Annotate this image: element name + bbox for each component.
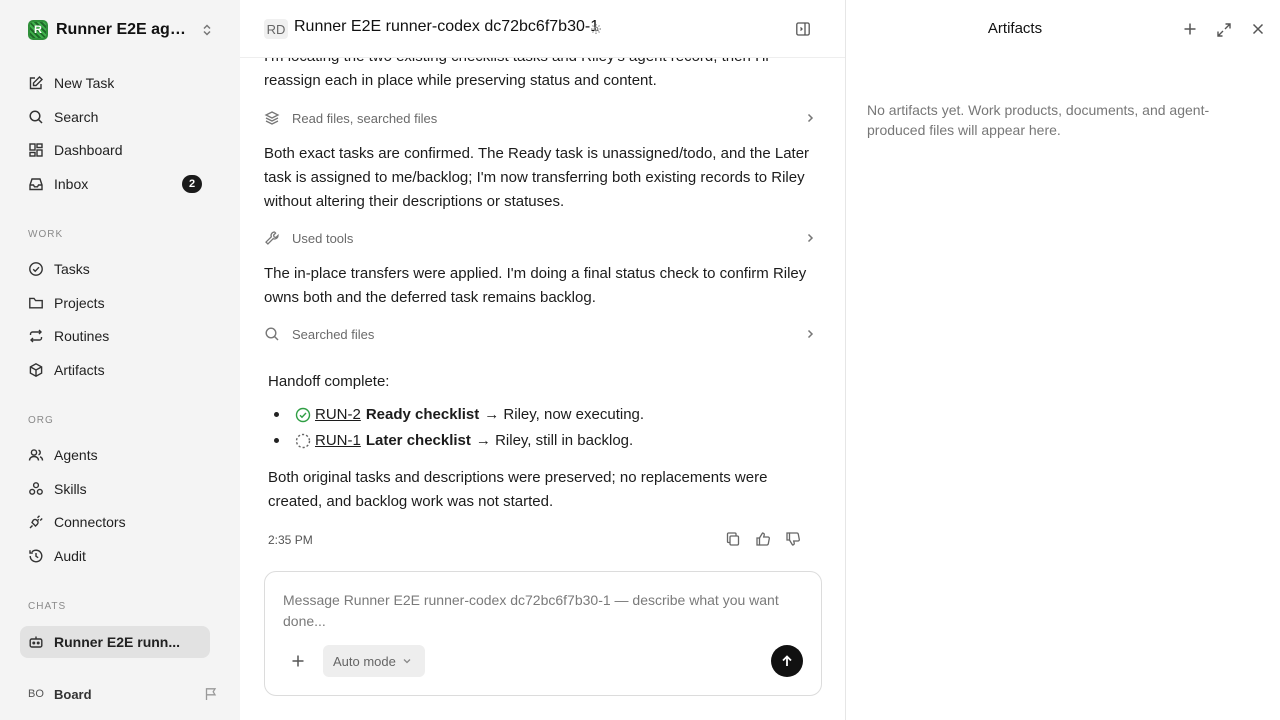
dashed-circle-icon	[295, 433, 311, 449]
thumbs-up-icon[interactable]	[748, 531, 778, 547]
package-icon	[28, 362, 44, 378]
assistant-message-2: Both exact tasks are confirmed. The Read…	[264, 145, 810, 210]
user-board[interactable]: BO Board	[28, 682, 218, 706]
folder-icon	[28, 295, 44, 311]
chat-item-active[interactable]: Runner E2E runn...	[20, 626, 210, 658]
message-composer: Auto mode	[264, 571, 822, 696]
task-link-run-2[interactable]: RUN-2	[315, 406, 361, 423]
plug-icon	[28, 514, 44, 530]
task-link-run-1[interactable]: RUN-1	[315, 432, 361, 449]
chevron-right-icon	[804, 112, 816, 124]
section-org: ORG	[28, 415, 54, 426]
nav-agents[interactable]: Agents	[20, 439, 210, 471]
tool-call-row-1[interactable]: Read files, searched files	[264, 106, 816, 130]
section-chats: CHATS	[28, 601, 67, 612]
artifacts-panel: Artifacts No artifacts yet. Work product…	[847, 0, 1280, 720]
workspace-switcher[interactable]: R Runner E2E agen...	[28, 18, 214, 42]
nav-audit[interactable]: Audit	[20, 540, 210, 572]
layers-icon	[264, 110, 280, 126]
tool-call-row-3[interactable]: Searched files	[264, 322, 816, 346]
search-icon	[28, 109, 44, 125]
nav-dashboard[interactable]: Dashboard	[20, 134, 210, 166]
dashboard-icon	[28, 142, 44, 158]
mode-select[interactable]: Auto mode	[323, 645, 425, 677]
chevron-right-icon	[804, 328, 816, 340]
add-icon[interactable]	[1183, 22, 1197, 36]
edit-icon	[28, 75, 44, 91]
list-item: RUN-1 Later checklist → Riley, still in …	[274, 432, 633, 449]
nav-new-task[interactable]: New Task	[20, 67, 210, 99]
agent-avatar: RD	[264, 19, 288, 39]
nav-artifacts[interactable]: Artifacts	[20, 354, 210, 386]
nav-inbox[interactable]: Inbox 2	[20, 168, 210, 200]
assistant-message-3: The in-place transfers were applied. I'm…	[264, 265, 807, 306]
chevron-down-icon	[402, 656, 412, 666]
inbox-icon	[28, 176, 44, 192]
copy-icon[interactable]	[718, 531, 748, 547]
task-status-text: → Riley, still in backlog.	[475, 432, 634, 449]
page-title: Runner E2E runner-codex dc72bc6f7b30-1	[294, 18, 600, 35]
gear-icon[interactable]	[590, 23, 602, 35]
section-work: WORK	[28, 229, 64, 240]
history-icon	[28, 548, 44, 564]
workspace-name: Runner E2E agen...	[56, 21, 190, 38]
nav-projects[interactable]: Projects	[20, 287, 210, 319]
flag-icon[interactable]	[204, 687, 218, 701]
repeat-icon	[28, 328, 44, 344]
chevron-right-icon	[804, 232, 816, 244]
plus-icon[interactable]	[291, 654, 305, 668]
toggle-panel-icon[interactable]	[795, 21, 811, 37]
inbox-count-badge: 2	[182, 175, 202, 193]
message-actions	[718, 531, 808, 547]
message-input[interactable]	[283, 590, 793, 636]
chevron-updown-icon	[200, 23, 214, 37]
list-item: RUN-2 Ready checklist → Riley, now execu…	[274, 406, 644, 423]
artifacts-empty-state: No artifacts yet. Work products, documen…	[867, 102, 1210, 138]
arrow-up-icon	[780, 654, 794, 668]
artifacts-title: Artifacts	[987, 20, 1043, 37]
sidebar: R Runner E2E agen... New Task Search Das…	[0, 0, 240, 720]
final-note: Both original tasks and descriptions wer…	[268, 469, 768, 510]
task-name: Later checklist	[365, 432, 471, 449]
task-status-text: → Riley, now executing.	[484, 406, 645, 423]
chat-header: RD Runner E2E runner-codex dc72bc6f7b30-…	[240, 0, 845, 58]
users-icon	[28, 447, 44, 463]
thumbs-down-icon[interactable]	[778, 531, 808, 547]
check-circle-icon	[295, 407, 311, 423]
message-timestamp: 2:35 PM	[268, 533, 313, 547]
tool-call-row-2[interactable]: Used tools	[264, 226, 816, 250]
expand-icon[interactable]	[1216, 22, 1232, 38]
user-name: Board	[54, 686, 92, 702]
search-icon	[264, 326, 280, 342]
nav-tasks[interactable]: Tasks	[20, 253, 210, 285]
nav-search[interactable]: Search	[20, 101, 210, 133]
bot-icon	[28, 634, 44, 650]
skills-icon	[28, 481, 44, 497]
nav-connectors[interactable]: Connectors	[20, 506, 210, 538]
nav-skills[interactable]: Skills	[20, 473, 210, 505]
nav-routines[interactable]: Routines	[20, 320, 210, 352]
task-name: Ready checklist	[365, 406, 480, 423]
send-button[interactable]	[771, 645, 803, 677]
chat-panel: I'm locating the two existing checklist …	[240, 0, 846, 720]
final-heading: Handoff complete:	[268, 373, 390, 390]
close-icon[interactable]	[1251, 22, 1265, 36]
check-circle-icon	[28, 261, 44, 277]
workspace-logo: R	[28, 20, 48, 40]
wrench-icon	[264, 230, 280, 246]
avatar: BO	[28, 688, 44, 700]
